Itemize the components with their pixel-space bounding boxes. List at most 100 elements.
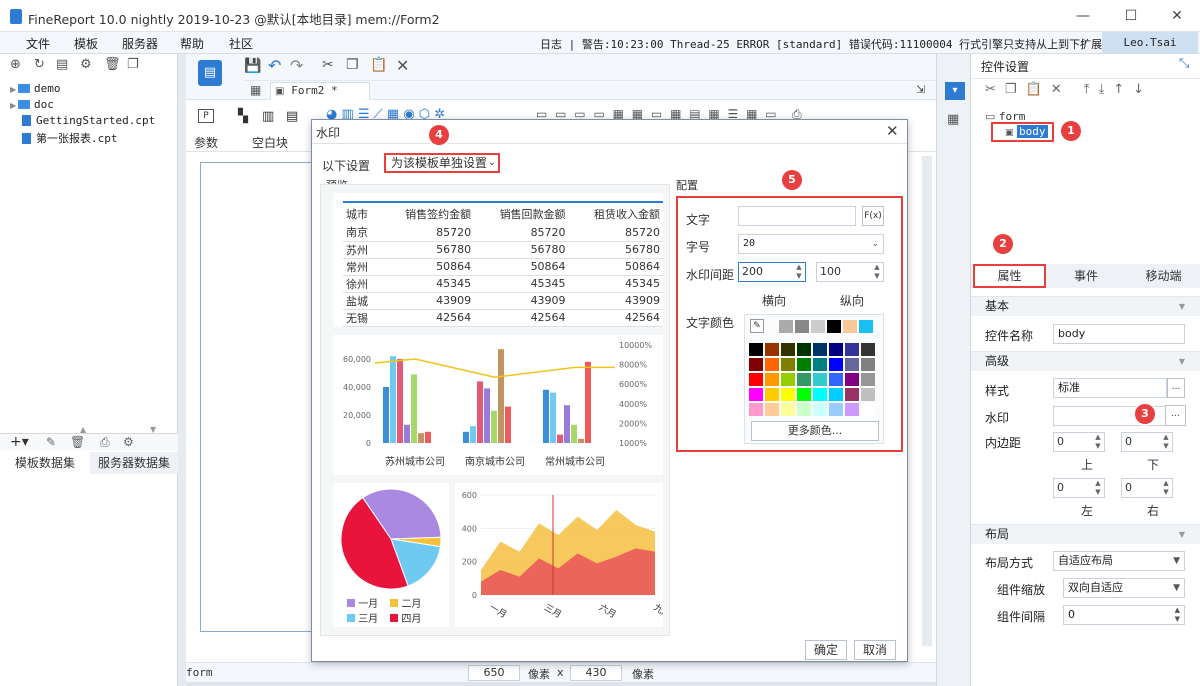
style-more-button[interactable]: ... [1167,378,1185,398]
color-swatch[interactable] [813,343,827,356]
gap-horizontal-input[interactable]: 200 ▲ ▼ [738,262,806,282]
minimize-icon[interactable]: — [1060,4,1106,28]
color-swatch[interactable] [861,373,875,386]
layout-mode-select[interactable]: 自适应布局 ▼ [1053,551,1185,571]
user-name[interactable]: Leo.Tsai [1102,32,1198,54]
delete-icon[interactable]: 🗑 [70,435,85,449]
color-swatch[interactable] [765,403,779,416]
copy-icon[interactable]: ❐ [127,57,139,72]
more-colors-button[interactable]: 更多颜色... [751,421,879,441]
color-swatch[interactable] [781,403,795,416]
cut-icon[interactable]: ✂ [322,57,334,73]
spinner-icon[interactable]: ▲ ▼ [1175,606,1180,624]
color-swatch[interactable] [749,343,763,356]
color-swatch[interactable] [781,343,795,356]
section-basic[interactable]: 基本 ▼ [971,296,1200,316]
tree-child-body[interactable]: ▣ body [1005,125,1048,138]
color-swatch[interactable] [845,358,859,371]
widget-edit-tools[interactable]: ✂❐📋✕ ⤒⤓↑↓ [985,82,1153,97]
tab-menu-icon[interactable]: ⇲ [916,83,925,96]
copy-icon[interactable]: ❐ [346,57,359,73]
menu-help[interactable]: 帮助 [180,35,204,52]
preview-icon[interactable]: ⎙ [100,435,110,450]
height-input[interactable]: 430 [570,665,622,681]
widget-name-input[interactable]: body [1053,324,1185,344]
color-swatch[interactable] [829,403,843,416]
color-swatch[interactable] [843,320,857,333]
color-swatch[interactable] [829,388,843,401]
tab-form2[interactable]: ▣ Form2 * [270,82,370,100]
tree-item-first-report[interactable]: 第一张报表.cpt [22,130,118,146]
color-swatch[interactable] [795,320,809,333]
color-swatch[interactable] [829,343,843,356]
setting-select[interactable]: 为该模板单独设置 ⌄ [384,153,500,173]
color-swatch[interactable] [861,343,875,356]
padding-bottom-input[interactable]: 0 ▲ ▼ [1121,432,1173,452]
tab-template-dataset[interactable]: 模板数据集 [0,452,90,474]
tab-properties[interactable]: 属性 [973,264,1046,288]
delete-icon[interactable]: 🗑 [104,57,121,72]
tree-item-gettingstarted[interactable]: GettingStarted.cpt [22,114,155,127]
width-input[interactable]: 650 [468,665,520,681]
color-swatch[interactable] [797,388,811,401]
form-template-icon[interactable]: ▤ [198,60,222,86]
cancel-button[interactable]: 取消 [854,640,896,660]
tab-layout-icon[interactable]: ▥ [262,109,274,124]
color-swatch[interactable] [781,358,795,371]
design-canvas[interactable] [200,162,320,632]
color-swatch[interactable] [749,388,763,401]
color-swatch[interactable] [829,373,843,386]
param-icon[interactable]: P [198,109,214,123]
tab-events[interactable]: 事件 [1051,264,1121,288]
color-swatch[interactable] [797,403,811,416]
color-swatch[interactable] [811,320,825,333]
menu-file[interactable]: 文件 [26,35,50,52]
add-dataset-icon[interactable]: +▾ [10,434,29,450]
new-folder-icon[interactable]: ⊕ [10,57,21,72]
style-input[interactable]: 标准 [1053,378,1167,398]
blank-block-label[interactable]: 空白块 [252,134,288,151]
close-icon[interactable]: ✕ [886,122,899,140]
color-swatch[interactable] [813,373,827,386]
spinner-icon[interactable]: ▲ ▼ [1161,433,1171,451]
menu-server[interactable]: 服务器 [122,35,158,52]
spinner-icon[interactable]: ▲ ▼ [1093,479,1103,497]
menu-community[interactable]: 社区 [229,35,253,52]
color-swatch[interactable] [859,320,873,333]
template-icon[interactable]: ▤ [56,57,68,72]
color-swatch[interactable] [779,320,793,333]
undo-icon[interactable]: ↶ [268,56,281,75]
redo-icon[interactable]: ↷ [290,56,303,75]
section-layout[interactable]: 布局 ▼ [971,524,1200,544]
widget-settings-icon[interactable]: ▾ [945,82,965,100]
log-alert[interactable]: 日志 | 警告:10:23:00 Thread-25 ERROR [standa… [540,36,1144,52]
color-swatch[interactable] [827,320,841,333]
color-swatch[interactable] [765,373,779,386]
absolute-layout-icon[interactable]: ▚ [238,109,248,124]
color-palette[interactable]: ✎ 更多颜色... [744,314,884,444]
collapse-panel-icon[interactable]: ⤡ [1179,56,1189,71]
gap-vertical-input[interactable]: 100 ▲ ▼ [816,262,884,282]
eyedropper-icon[interactable]: ✎ [750,319,764,333]
component-list-icon[interactable]: ▦ [947,112,959,127]
padding-left-input[interactable]: 0 ▲ ▼ [1053,478,1105,498]
color-swatch[interactable] [845,388,859,401]
tab-mobile[interactable]: 移动端 [1126,264,1200,288]
color-swatch[interactable] [781,373,795,386]
spinner-icon[interactable]: ▲ ▼ [1161,479,1171,497]
color-swatch[interactable] [845,403,859,416]
frame-layout-icon[interactable]: ▤ [286,109,298,124]
param-label[interactable]: 参数 [194,134,218,151]
tree-item-demo[interactable]: ▶ demo [10,82,61,95]
ok-button[interactable]: 确定 [805,640,847,660]
dataset-settings-icon[interactable]: ⚙ [123,435,134,449]
paste-icon[interactable]: 📋 [370,57,387,73]
color-swatch[interactable] [749,373,763,386]
color-swatch[interactable] [765,343,779,356]
padding-top-input[interactable]: 0 ▲ ▼ [1053,432,1105,452]
font-size-select[interactable]: 20 ⌄ [738,234,884,254]
color-swatch[interactable] [829,358,843,371]
color-swatch[interactable] [861,388,875,401]
save-icon[interactable]: 💾 [244,58,261,74]
spinner-icon[interactable]: ▲ ▼ [1093,433,1103,451]
